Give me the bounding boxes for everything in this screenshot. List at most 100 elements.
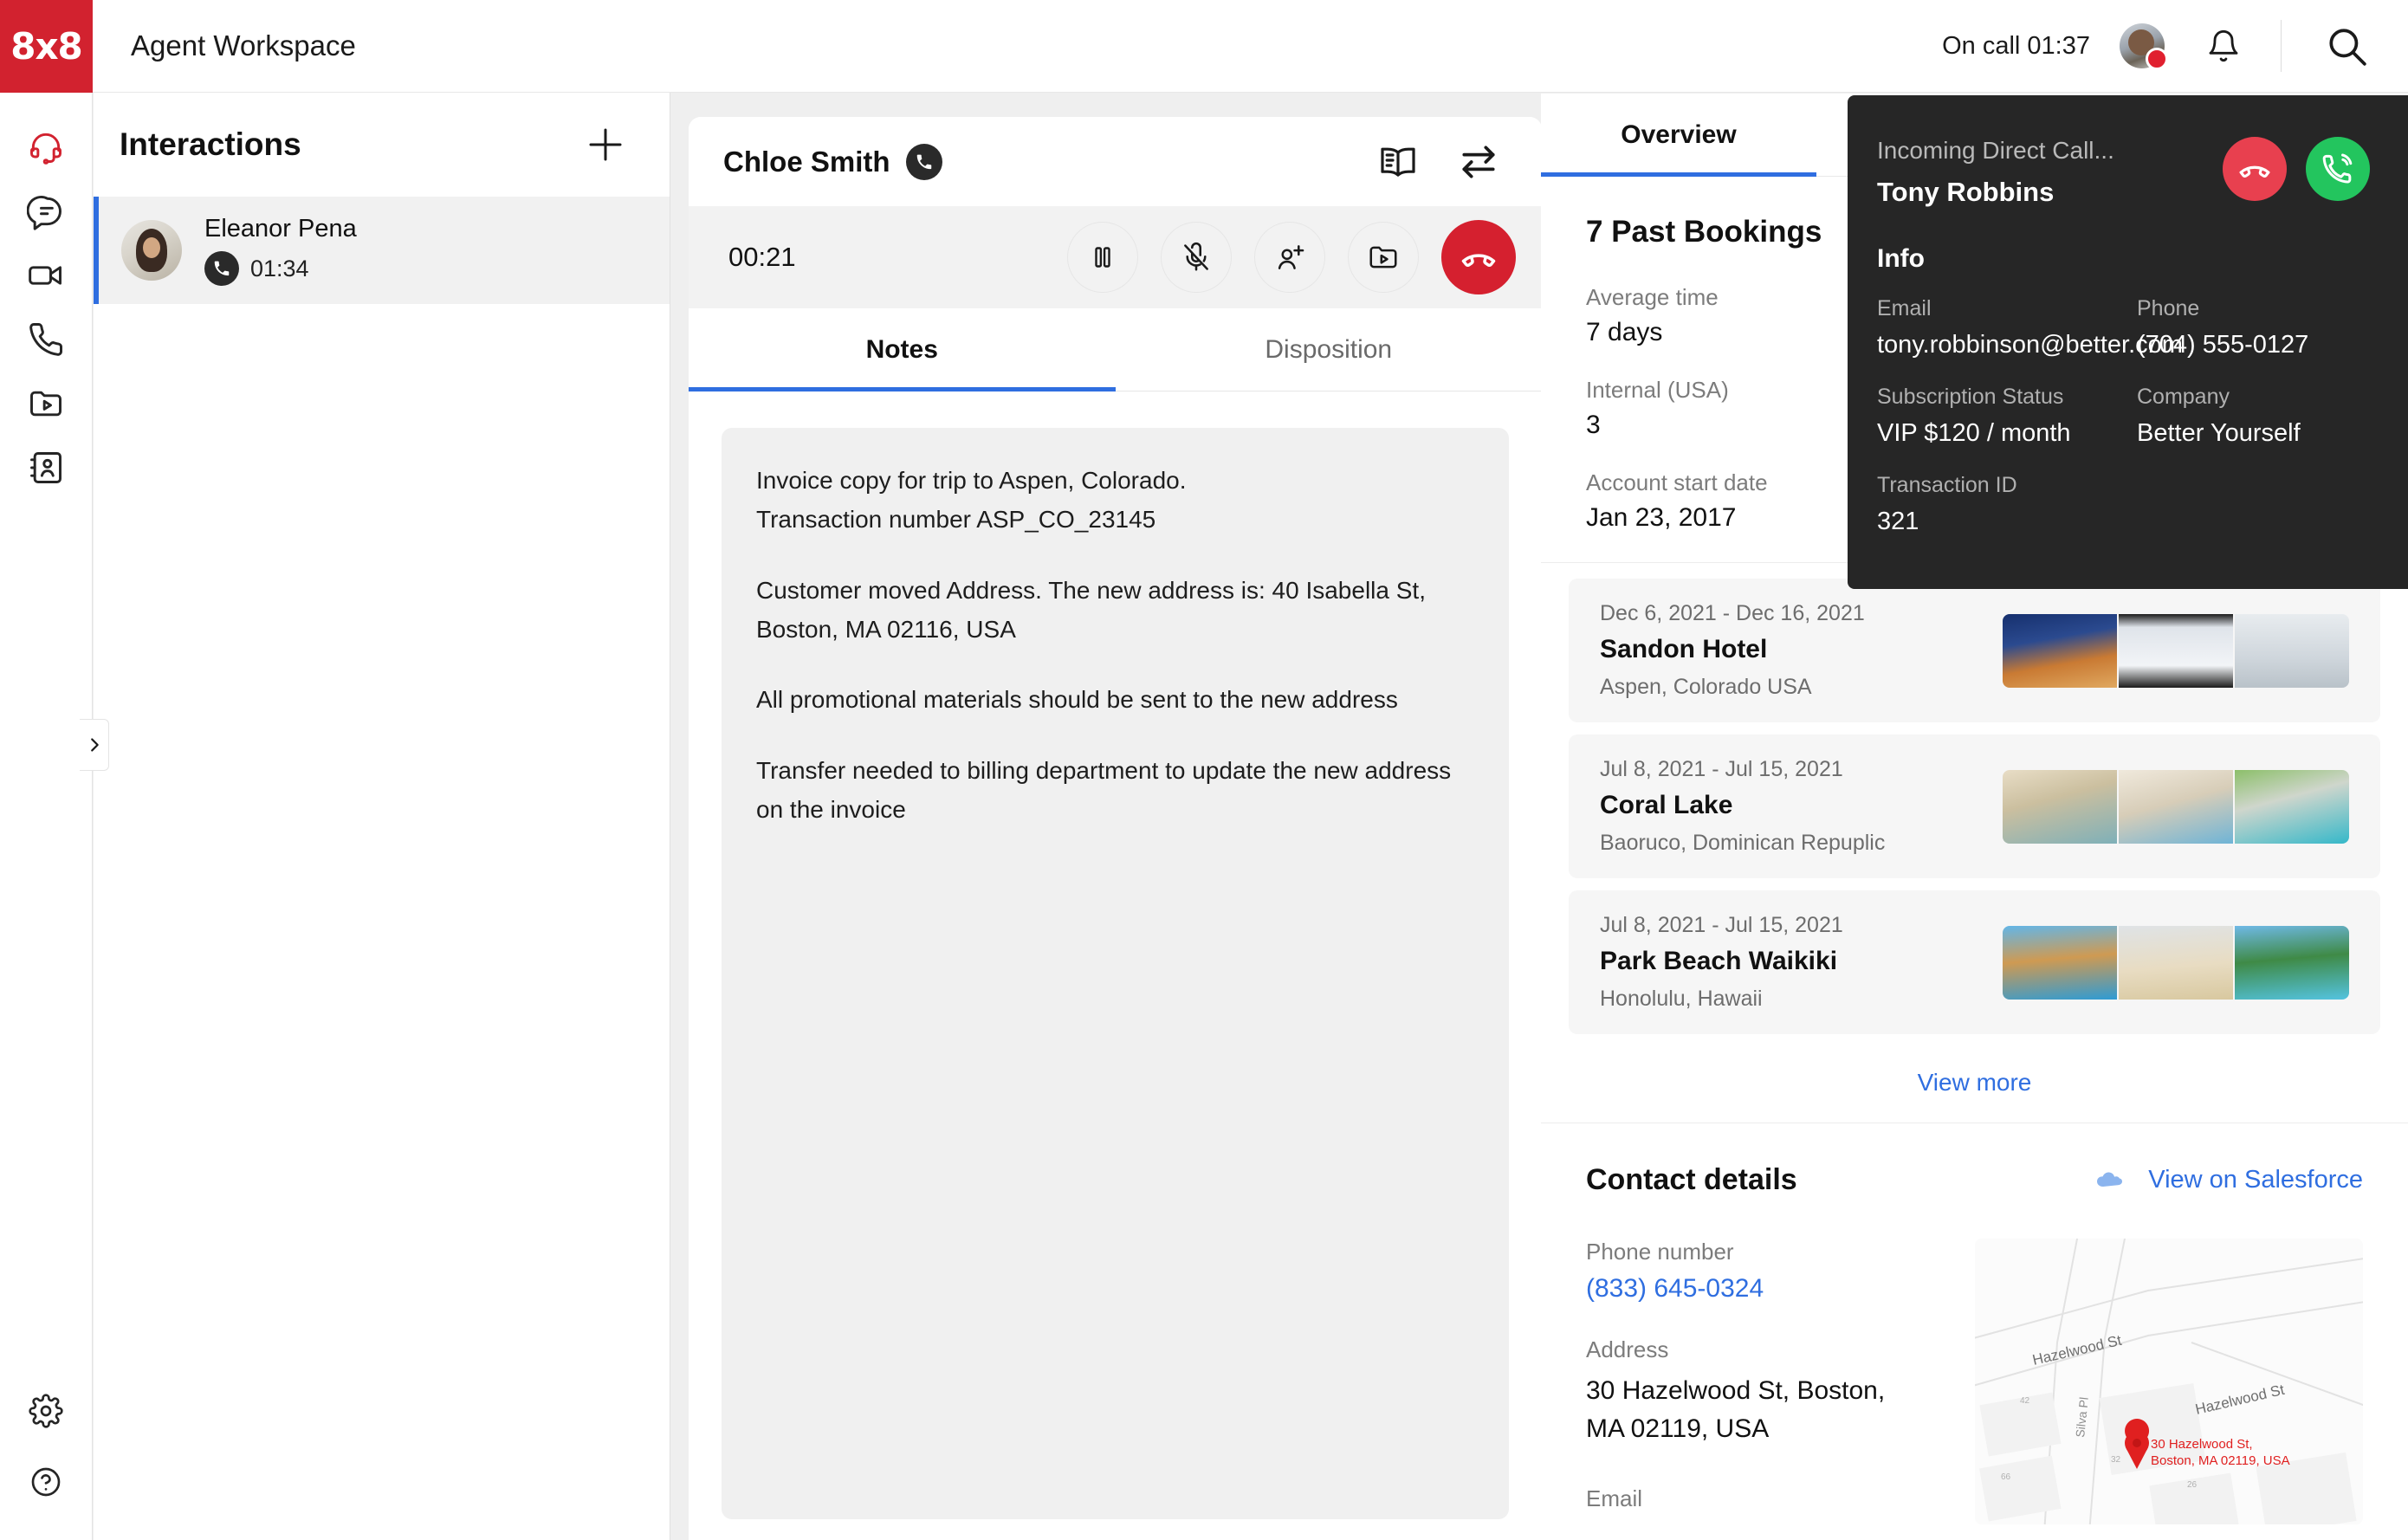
booking-thumbnails xyxy=(2003,613,2349,688)
sidebar-item-phone[interactable] xyxy=(14,307,78,372)
phone-number-label: Phone number xyxy=(1586,1239,1734,1265)
record-button[interactable] xyxy=(1348,222,1419,293)
contact-card-icon xyxy=(30,452,61,483)
booking-dates: Jul 8, 2021 - Jul 15, 2021 xyxy=(1600,913,1843,937)
field-value: Better Yourself xyxy=(2137,419,2301,448)
tab-overview[interactable]: Overview xyxy=(1541,94,1816,177)
header-divider xyxy=(2281,20,2282,72)
sidebar-item-contacts[interactable] xyxy=(14,436,78,500)
sidebar-item-help[interactable] xyxy=(14,1450,78,1514)
booking-thumbnails xyxy=(2003,769,2349,844)
add-participant-button[interactable] xyxy=(1254,222,1325,293)
booking-thumbnails xyxy=(2003,925,2349,1000)
svg-text:Boston, MA 02119, USA: Boston, MA 02119, USA xyxy=(2151,1453,2290,1468)
view-more-button[interactable]: View more xyxy=(1541,1046,2408,1123)
call-card-header: Chloe Smith xyxy=(689,117,1542,206)
address-map-thumbnail[interactable]: Hazelwood St Hazelwood St Silva Pl 42 66… xyxy=(1974,1239,2363,1524)
tab-notes[interactable]: Notes xyxy=(689,308,1116,391)
book-icon[interactable] xyxy=(1377,141,1419,183)
page-title: Agent Workspace xyxy=(131,29,356,61)
address-label: Address xyxy=(1586,1336,1669,1362)
interaction-contact-name: Eleanor Pena xyxy=(204,215,357,243)
chevron-right-icon xyxy=(90,738,99,752)
field-label: Subscription Status xyxy=(1877,385,2064,410)
svg-text:30 Hazelwood St,: 30 Hazelwood St, xyxy=(2151,1437,2253,1452)
search-icon[interactable] xyxy=(2316,16,2377,76)
end-call-button[interactable] xyxy=(1441,220,1516,294)
list-item[interactable]: Dec 6, 2021 - Dec 16, 2021 Sandon Hotel … xyxy=(1569,579,2380,722)
app-logo[interactable]: 8x8 xyxy=(0,0,93,93)
contact-details-header: Contact details View on Salesforce xyxy=(1586,1163,2363,1197)
pause-icon xyxy=(1095,247,1110,268)
sidebar-item-settings[interactable] xyxy=(14,1379,78,1443)
booking-dates: Jul 8, 2021 - Jul 15, 2021 xyxy=(1600,757,1843,781)
transfer-arrows-icon[interactable] xyxy=(1457,140,1500,184)
phone-hangup-icon xyxy=(2239,165,2270,178)
interactions-title: Interactions xyxy=(120,126,301,162)
list-item[interactable]: Jul 8, 2021 - Jul 15, 2021 Coral Lake Ba… xyxy=(1569,734,2380,878)
interactions-header: Interactions xyxy=(94,93,670,197)
note-paragraph: Customer moved Address. The new address … xyxy=(756,576,1426,644)
help-circle-icon xyxy=(31,1467,61,1497)
svg-text:42: 42 xyxy=(2020,1396,2030,1406)
agent-workspace-app: 8x8 Agent Workspace On call 01:37 Intera… xyxy=(0,0,2408,1540)
contact-fields: Phone number (833) 645-0324 Address 30 H… xyxy=(1586,1239,1966,1524)
headset-icon xyxy=(30,133,61,165)
sidebar-item-chat[interactable] xyxy=(14,179,78,243)
notification-bell-icon[interactable] xyxy=(2198,20,2249,72)
phone-icon xyxy=(905,143,942,180)
call-contact-name: Chloe Smith xyxy=(723,145,890,178)
salesforce-cloud-icon xyxy=(2097,1171,2123,1187)
accept-call-button[interactable] xyxy=(2306,137,2370,201)
call-controls xyxy=(1067,220,1516,294)
sidebar-item-contact-center[interactable] xyxy=(14,115,78,179)
phone-hangup-icon xyxy=(1461,254,1496,267)
list-item[interactable]: Eleanor Pena 01:34 xyxy=(94,197,670,304)
booking-name: Coral Lake xyxy=(1600,791,1733,819)
decline-call-button[interactable] xyxy=(2223,137,2287,201)
field-label: Company xyxy=(2137,385,2230,410)
view-on-salesforce-link[interactable]: View on Salesforce xyxy=(2093,1166,2363,1194)
note-paragraph: Transfer needed to billing department to… xyxy=(756,756,1452,824)
sidebar-item-recordings[interactable] xyxy=(14,372,78,436)
interaction-duration: 01:34 xyxy=(250,255,309,281)
notes-textarea[interactable]: Invoice copy for trip to Aspen, Colorado… xyxy=(722,428,1509,1519)
list-item[interactable]: Jul 8, 2021 - Jul 15, 2021 Park Beach Wa… xyxy=(1569,890,2380,1034)
agent-avatar[interactable] xyxy=(2120,23,2168,70)
left-nav-rail xyxy=(0,93,93,1540)
svg-text:26: 26 xyxy=(2187,1480,2198,1490)
avatar xyxy=(121,220,182,281)
phone-number-value[interactable]: (833) 645-0324 xyxy=(1586,1274,1966,1304)
popup-field-phone: Phone (704) 555-0127 xyxy=(2137,296,2370,362)
popup-info-title: Info xyxy=(1877,244,1925,273)
popup-field-subscription: Subscription Status VIP $120 / month xyxy=(1877,385,2137,450)
field-value: 321 xyxy=(1877,508,1919,536)
field-label: Phone xyxy=(2137,296,2200,320)
tab-disposition[interactable]: Disposition xyxy=(1116,308,1543,391)
rail-secondary-items xyxy=(14,1379,78,1514)
hold-button[interactable] xyxy=(1067,222,1138,293)
email-label: Email xyxy=(1586,1485,1643,1511)
call-header-actions xyxy=(1377,140,1500,184)
field-label: Email xyxy=(1877,296,1932,320)
top-header-bar: 8x8 Agent Workspace On call 01:37 xyxy=(0,0,2408,93)
presence-status-dot xyxy=(2146,48,2168,70)
mute-button[interactable] xyxy=(1161,222,1232,293)
field-label: Transaction ID xyxy=(1877,473,2017,498)
interactions-panel: Interactions Eleanor Pena 01:34 xyxy=(94,93,670,1540)
panel-collapse-toggle[interactable] xyxy=(80,719,109,771)
booking-name: Park Beach Waikiki xyxy=(1600,947,1838,975)
contact-details-body: Phone number (833) 645-0324 Address 30 H… xyxy=(1586,1239,2363,1524)
record-folder-icon xyxy=(1369,246,1397,269)
booking-info: Jul 8, 2021 - Jul 15, 2021 Coral Lake Ba… xyxy=(1600,757,1885,856)
record-folder-icon xyxy=(30,391,61,417)
booking-info: Jul 8, 2021 - Jul 15, 2021 Park Beach Wa… xyxy=(1600,913,1843,1012)
popup-field-company: Company Better Yourself xyxy=(2137,385,2370,450)
list-item-text: Eleanor Pena 01:34 xyxy=(204,215,357,286)
interaction-meta: 01:34 xyxy=(204,251,357,286)
contact-details-section: Contact details View on Salesforce Phone… xyxy=(1541,1123,2408,1524)
header-right-actions: On call 01:37 xyxy=(1942,0,2408,93)
active-call-card: Chloe Smith 00:21 Notes Disposition Invo… xyxy=(689,117,1542,1540)
add-interaction-button[interactable] xyxy=(581,120,630,169)
sidebar-item-video[interactable] xyxy=(14,243,78,307)
